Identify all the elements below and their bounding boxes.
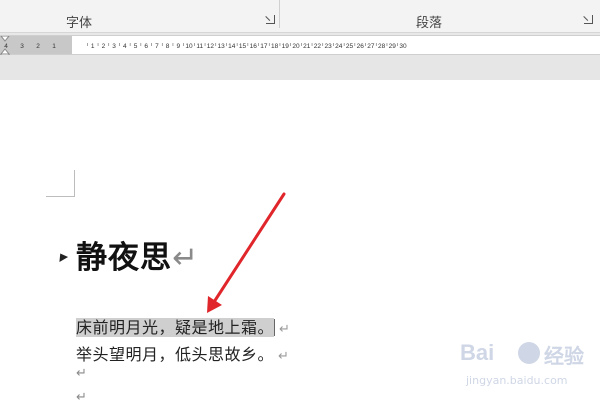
ruler-tick-label: 17 [260,43,268,50]
ruler-tick-label: 5 [134,43,138,50]
page-corner-mark [46,170,75,197]
ruler-tick-label: 19 [282,43,290,50]
ruler-tick-label: 27 [367,43,375,50]
empty-paragraph[interactable]: ↵ [76,390,87,405]
font-group: 字体 [0,0,279,32]
ruler-tick-label: 9 [176,43,180,50]
ruler-tick-label: 29 [389,43,397,50]
ruler-tick-label: 18 [271,43,279,50]
font-group-label: 字体 [66,16,93,31]
line2-text: 举头望明月，低头思故乡。 [76,345,275,364]
ruler-tick-label: 1 [52,43,56,50]
ruler-ticks: 4 3 2 1 1 2 3 4 5 6 7 8 9 10 11 12 13 14 15 16 17 18 19 20 21 22 2… [4,43,407,50]
ruler-tick-label: 30 [399,43,407,50]
paw-icon [518,342,540,364]
paragraph-group-label: 段落 [416,16,443,31]
poem-line-2[interactable]: 举头望明月，低头思故乡。 ↵ [76,341,289,365]
ruler-tick-label: 14 [228,43,236,50]
ribbon-bar: 字体 段落 [0,0,600,33]
ruler-tick-label: 7 [155,43,159,50]
ruler-tick-label: 11 [196,43,203,50]
title-text: 静夜思 [76,240,172,276]
ruler-area: 4 3 2 1 1 2 3 4 5 6 7 8 9 10 11 12 13 14 15 16 17 18 19 20 21 22 2… [0,33,600,80]
font-dialog-launcher-icon[interactable] [266,15,275,24]
ruler-tick-label: 2 [102,43,106,50]
ruler-tick-label: 3 [20,43,24,50]
ruler-tick-label: 28 [378,43,386,50]
ruler-tick-label: 21 [303,43,311,50]
selected-text[interactable]: 床前明月光，疑是地上霜 [76,318,258,337]
watermark-logo-suffix: 经验 [544,344,584,368]
ruler-tick-label: 16 [250,43,258,50]
ruler-tick-label: 23 [324,43,332,50]
poem-line-1[interactable]: 床前明月光，疑是地上霜。 ↵ [76,314,290,338]
ruler-tick-label: 1 [91,43,95,50]
watermark-logo: Bai [460,340,495,365]
ruler-tick-label: 4 [123,43,127,50]
text-cursor [274,319,276,336]
ruler-gap [0,55,600,80]
paragraph-mark: ↵ [172,240,199,276]
ruler-tick-label: 24 [335,43,343,50]
paragraph-group: 段落 [280,0,600,32]
ruler-tick-label: 20 [292,43,300,50]
paragraph-mark: ↵ [278,349,290,364]
ruler-tick-label: 25 [346,43,354,50]
paragraph-dialog-launcher-icon[interactable] [584,15,593,24]
ruler-tick-label: 12 [207,43,215,50]
line1-end: 。 [257,318,275,337]
watermark-url: jingyan.baidu.com [466,374,568,387]
ruler-tick-label: 2 [36,43,40,50]
ruler-tick-label: 10 [185,43,193,50]
ruler-tick-label: 8 [166,43,170,50]
paragraph-mark: ↵ [279,322,291,337]
horizontal-ruler[interactable]: 4 3 2 1 1 2 3 4 5 6 7 8 9 10 11 12 13 14 15 16 17 18 19 20 21 22 2… [0,35,600,60]
ruler-tick-label: 13 [217,43,225,50]
ruler-tick-label: 6 [144,43,148,50]
ruler-tick-label: 15 [239,43,247,50]
empty-paragraph[interactable]: ↵ [76,366,87,381]
ruler-tick-label: 22 [314,43,322,50]
ruler-tick-label: 26 [357,43,365,50]
baidu-watermark: Bai 经验 jingyan.baidu.com [460,340,600,400]
document-title[interactable]: 静夜思↵ [76,232,199,277]
ruler-tick-label: 3 [112,43,116,50]
